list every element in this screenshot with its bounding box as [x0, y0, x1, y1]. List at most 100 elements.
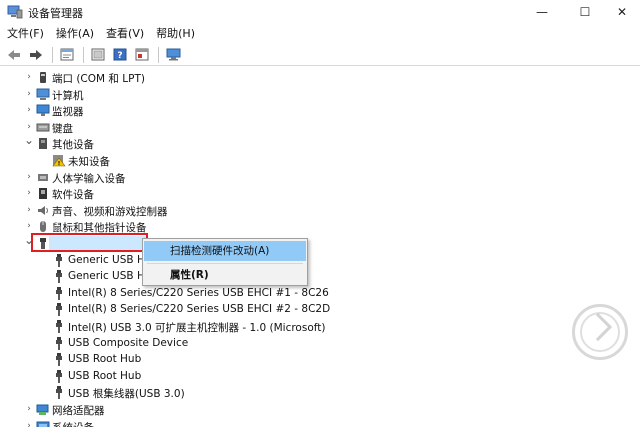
tree-row[interactable]: › 端口 (COM 和 LPT) — [0, 69, 600, 86]
tree-row[interactable]: Intel(R) 8 Series/C220 Series USB EHCI #… — [0, 285, 600, 302]
close-button[interactable]: ✕ — [600, 0, 640, 24]
tree-row[interactable]: › 监视器 — [0, 102, 600, 119]
chevron-down-icon[interactable]: ⌄ — [24, 133, 34, 147]
tree-row[interactable]: › 计算机 — [0, 86, 600, 103]
chevron-right-icon[interactable]: › — [24, 205, 34, 215]
tree-row[interactable]: › 系统设备 — [0, 418, 600, 427]
context-menu-separator — [147, 263, 303, 264]
usb-device-icon — [56, 253, 62, 267]
system-device-icon — [36, 421, 50, 427]
tree-row-label: 计算机 — [52, 89, 84, 102]
tree-row-label: 人体学输入设备 — [52, 172, 126, 185]
tree-row-label: 系统设备 — [52, 420, 94, 427]
monitor-icon — [166, 48, 180, 61]
properties-icon — [60, 48, 74, 61]
tree-row[interactable]: USB Composite Device — [0, 335, 600, 352]
chevron-right-icon[interactable]: › — [24, 172, 34, 182]
network-adapter-icon — [36, 404, 49, 415]
scan-hardware-button[interactable] — [163, 46, 183, 64]
computer-window-icon — [135, 48, 149, 61]
context-menu-scan-hardware[interactable]: 扫描检测硬件改动(A) — [144, 241, 306, 261]
scan-window-button[interactable] — [132, 46, 152, 64]
monitor-icon — [36, 104, 50, 117]
chevron-right-icon[interactable]: › — [24, 72, 34, 82]
toolbar: ? — [0, 44, 640, 66]
tree-row[interactable]: USB 根集线器(USB 3.0) — [0, 384, 600, 401]
tree-row[interactable]: USB Root Hub — [0, 351, 600, 368]
svg-text:?: ? — [117, 51, 122, 61]
computer-icon — [36, 88, 50, 100]
menu-action[interactable]: 操作(A) — [50, 24, 100, 44]
usb-device-icon — [56, 369, 62, 383]
help-icon: ? — [113, 48, 127, 61]
chevron-right-icon[interactable]: › — [24, 89, 34, 99]
tree-row-label: 其他设备 — [52, 139, 94, 152]
tree-row-label: USB Root Hub — [68, 369, 142, 382]
tree-row-label: 未知设备 — [68, 156, 110, 168]
watermark-logo — [572, 304, 628, 360]
tree-row-label: Intel(R) USB 3.0 可扩展主机控制器 - 1.0 (Microso… — [68, 322, 326, 334]
usb-device-icon — [56, 336, 62, 350]
tree-row[interactable]: Intel(R) 8 Series/C220 Series USB EHCI #… — [0, 301, 600, 318]
tree-row-label: USB Root Hub — [68, 353, 142, 366]
forward-button[interactable] — [26, 46, 46, 64]
chevron-right-icon[interactable]: › — [24, 421, 34, 427]
tree-row[interactable]: › 软件设备 — [0, 185, 600, 202]
usb-device-icon — [56, 353, 62, 367]
keyboard-icon — [36, 123, 50, 132]
device-manager-app-icon — [7, 5, 23, 19]
update-driver-button[interactable] — [88, 46, 108, 64]
chevron-right-icon[interactable]: › — [24, 221, 34, 231]
tree-row-label: 声音、视频和游戏控制器 — [52, 205, 168, 218]
chevron-right-icon[interactable]: › — [24, 188, 34, 198]
red-annotation-box — [31, 233, 148, 252]
window-title: 设备管理器 — [28, 7, 83, 20]
tree-row[interactable]: › 人体学输入设备 — [0, 169, 600, 186]
forward-arrow-icon — [30, 49, 42, 60]
tree-row-label: 键盘 — [52, 122, 73, 135]
minimize-button[interactable]: — — [520, 0, 564, 24]
tree-row-label: Intel(R) 8 Series/C220 Series USB EHCI #… — [68, 286, 329, 299]
tree-row-label: USB Composite Device — [68, 336, 189, 349]
menu-view[interactable]: 查看(V) — [100, 24, 150, 44]
usb-device-icon — [56, 386, 62, 400]
toolbar-separator — [52, 46, 53, 63]
back-arrow-icon — [8, 49, 20, 60]
tree-row[interactable]: Intel(R) USB 3.0 可扩展主机控制器 - 1.0 (Microso… — [0, 318, 600, 335]
sound-icon — [38, 205, 48, 215]
tree-row[interactable]: › 声音、视频和游戏控制器 — [0, 202, 600, 219]
back-button[interactable] — [4, 46, 24, 64]
usb-device-icon — [56, 303, 62, 317]
tree-row[interactable]: › 网络适配器 — [0, 401, 600, 418]
other-devices-icon — [39, 138, 47, 150]
usb-device-icon — [56, 320, 62, 333]
toolbar-separator — [83, 46, 84, 63]
context-menu-properties[interactable]: 属性(R) — [144, 265, 306, 285]
hid-icon — [38, 173, 48, 181]
menu-help[interactable]: 帮助(H) — [150, 24, 201, 44]
port-icon — [40, 72, 46, 83]
tree-row-label: 网络适配器 — [52, 405, 105, 417]
tree-row[interactable]: USB Root Hub — [0, 368, 600, 385]
mouse-icon — [40, 221, 46, 233]
usb-device-icon — [56, 286, 62, 300]
title-bar: 设备管理器 — ☐ ✕ — [0, 0, 640, 24]
context-menu: 扫描检测硬件改动(A) 属性(R) — [142, 238, 308, 286]
chevron-right-icon[interactable]: › — [24, 122, 34, 132]
menu-bar: 文件(F) 操作(A) 查看(V) 帮助(H) — [0, 24, 640, 44]
chevron-right-icon[interactable]: › — [24, 105, 34, 115]
toolbar-separator — [158, 46, 159, 63]
chevron-right-icon[interactable]: › — [24, 404, 34, 414]
properties-button[interactable] — [57, 46, 77, 64]
tree-row-label: Intel(R) 8 Series/C220 Series USB EHCI #… — [68, 303, 331, 316]
tree-row-label: 监视器 — [52, 106, 84, 119]
tree-row-label: 软件设备 — [52, 189, 94, 202]
tree-row-label: 端口 (COM 和 LPT) — [52, 73, 145, 85]
menu-file[interactable]: 文件(F) — [0, 24, 50, 44]
software-device-icon — [39, 188, 47, 200]
tree-row[interactable]: ⌄ 其他设备 — [0, 133, 600, 152]
update-driver-icon — [91, 48, 105, 61]
tree-row[interactable]: › 键盘 — [0, 119, 600, 136]
tree-row[interactable]: 未知设备 — [0, 152, 600, 169]
help-button[interactable]: ? — [110, 46, 130, 64]
